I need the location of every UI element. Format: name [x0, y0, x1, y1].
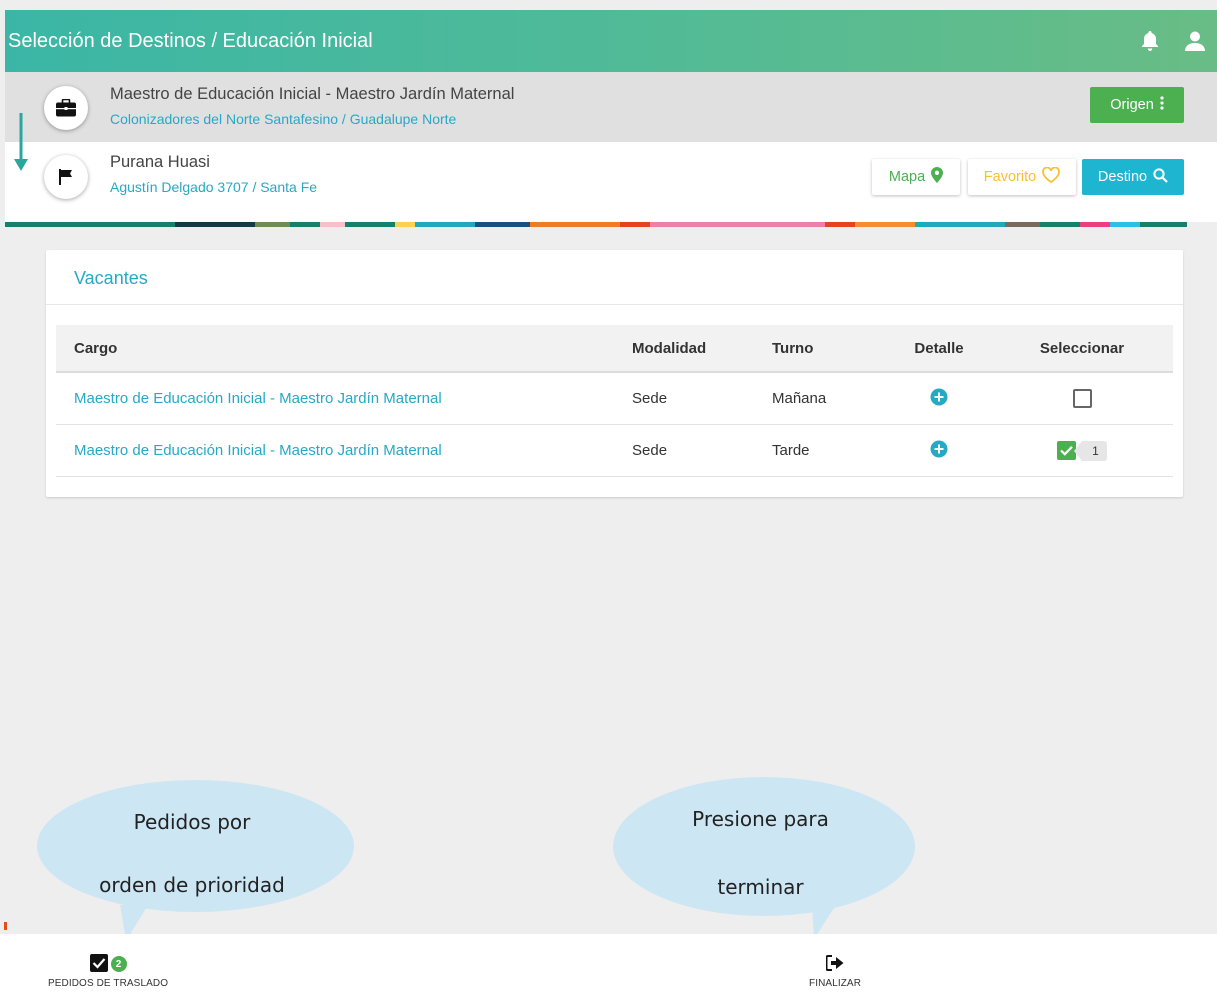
- turno-cell: Mañana: [772, 390, 827, 407]
- more-vertical-icon: [1160, 96, 1164, 114]
- flag-icon: [44, 155, 88, 199]
- tooltip-text-line2: terminar: [717, 875, 804, 899]
- mapa-button[interactable]: Mapa: [872, 159, 960, 195]
- table-row: Maestro de Educación Inicial - Maestro J…: [56, 373, 1173, 425]
- tooltip-text-line1: Presione para: [692, 807, 829, 831]
- favorito-button[interactable]: Favorito: [968, 159, 1076, 195]
- bottom-nav: 2 PEDIDOS DE TRASLADO FINALIZAR: [0, 934, 1217, 1003]
- origen-button[interactable]: Origen: [1090, 87, 1184, 123]
- pedidos-label: PEDIDOS DE TRASLADO: [48, 978, 169, 989]
- column-header-cargo: Cargo: [74, 339, 118, 357]
- cargo-link[interactable]: Maestro de Educación Inicial - Maestro J…: [74, 425, 442, 476]
- color-strip: [5, 222, 1217, 227]
- select-checkbox[interactable]: [1072, 389, 1092, 408]
- user-icon[interactable]: [1185, 31, 1205, 51]
- destino-button-label: Destino: [1097, 169, 1148, 185]
- app-header: Selección de Destinos / Educación Inicia…: [5, 10, 1217, 72]
- table-header: Cargo Modalidad Turno Detalle Selecciona…: [56, 325, 1173, 373]
- modalidad-cell: Sede: [632, 390, 668, 407]
- turno-cell: Tarde: [772, 442, 810, 459]
- edge-marker: [4, 922, 7, 930]
- page-title: Selección de Destinos / Educación Inicia…: [8, 29, 373, 52]
- origin-title: Maestro de Educación Inicial - Maestro J…: [110, 85, 515, 103]
- cargo-link[interactable]: Maestro de Educación Inicial - Maestro J…: [74, 373, 442, 424]
- origin-subtitle[interactable]: Colonizadores del Norte Santafesino / Gu…: [110, 111, 456, 127]
- sign-out-icon: [825, 954, 844, 974]
- plus-circle-icon[interactable]: [930, 388, 948, 410]
- table-row: Maestro de Educación Inicial - Maestro J…: [56, 425, 1173, 477]
- bell-icon[interactable]: [1141, 31, 1159, 51]
- favorito-button-label: Favorito: [983, 169, 1037, 185]
- destination-subtitle[interactable]: Agustín Delgado 3707 / Santa Fe: [110, 179, 317, 195]
- origin-row: Maestro de Educación Inicial - Maestro J…: [5, 72, 1217, 142]
- column-header-modalidad: Modalidad: [632, 339, 707, 357]
- finalizar-label: FINALIZAR: [809, 978, 862, 989]
- finalizar-button[interactable]: FINALIZAR: [809, 954, 861, 989]
- search-icon: [1153, 167, 1168, 187]
- destino-button[interactable]: Destino: [1082, 159, 1184, 195]
- column-header-turno: Turno: [772, 339, 814, 357]
- heart-icon: [1042, 166, 1061, 187]
- vacantes-table: Cargo Modalidad Turno Detalle Selecciona…: [56, 325, 1173, 477]
- destination-row: Purana Huasi Agustín Delgado 3707 / Sant…: [5, 142, 1217, 222]
- divider: [46, 304, 1183, 305]
- destination-title: Purana Huasi: [110, 153, 210, 171]
- checkbox-checked-icon: [89, 953, 108, 975]
- vacantes-title: Vacantes: [74, 268, 148, 288]
- arrow-down-icon: [14, 113, 28, 178]
- vacantes-card: Vacantes Cargo Modalidad Turno Detalle S…: [46, 250, 1183, 497]
- priority-badge: 1: [1074, 440, 1107, 461]
- tooltip-text-line2: orden de prioridad: [99, 873, 285, 897]
- column-header-seleccionar: Seleccionar: [1039, 339, 1125, 357]
- mapa-button-label: Mapa: [888, 169, 926, 185]
- map-marker-icon: [931, 167, 944, 187]
- column-header-detalle: Detalle: [914, 339, 964, 357]
- pedidos-de-traslado-button[interactable]: 2 PEDIDOS DE TRASLADO: [48, 953, 169, 989]
- origen-button-label: Origen: [1110, 97, 1154, 113]
- modalidad-cell: Sede: [632, 442, 668, 459]
- plus-circle-icon[interactable]: [930, 440, 948, 462]
- pedidos-count-badge: 2: [110, 956, 127, 972]
- tooltip-text-line1: Pedidos por: [133, 810, 251, 834]
- briefcase-icon: [44, 86, 88, 130]
